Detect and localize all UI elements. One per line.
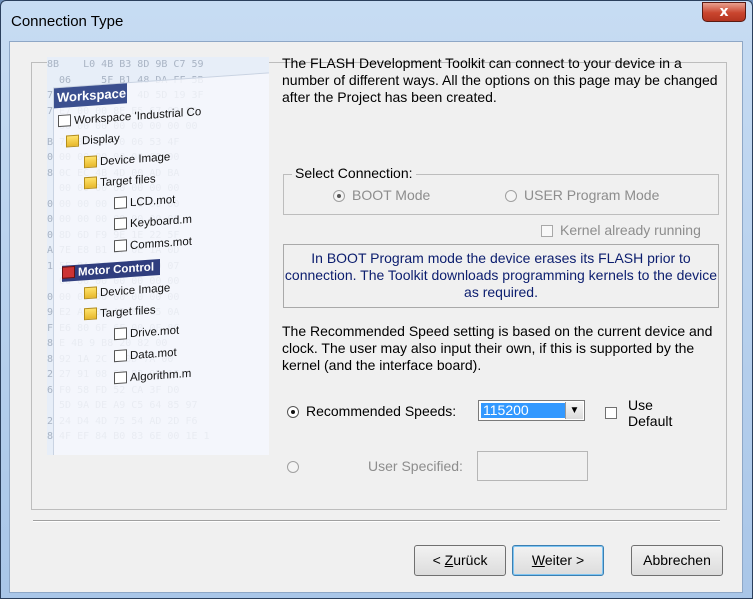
folder-icon: [84, 307, 97, 321]
radio-indicator: [287, 461, 299, 473]
tree-item-label: Motor Control: [78, 261, 155, 279]
kernel-running-label: Kernel already running: [560, 222, 701, 238]
tree-item-label: Keyboard.m: [130, 213, 193, 231]
tree-item-label: Drive.mot: [130, 324, 180, 341]
cancel-label: Abbrechen: [643, 552, 711, 568]
title-bar[interactable]: Connection Type x: [1, 1, 752, 41]
connection-info-text: In BOOT Program mode the device erases i…: [284, 250, 718, 300]
workspace-panel-image: Workspace Workspace 'Industrial Co Displa…: [53, 70, 269, 455]
file-icon: [114, 349, 127, 363]
file-icon: [114, 371, 127, 385]
radio-indicator-selected: [287, 406, 299, 418]
intro-text: The FLASH Development Toolkit can connec…: [282, 55, 718, 105]
tree-item: LCD.mot: [114, 192, 175, 212]
use-default-label: Use Default: [628, 397, 672, 429]
speed-description: The Recommended Speed setting is based o…: [282, 323, 713, 373]
close-button[interactable]: x: [702, 2, 746, 22]
project-icon: [62, 265, 75, 279]
back-label-rest: urück: [453, 552, 488, 568]
workspace-header: Workspace: [54, 83, 127, 109]
tree-item-label: Algorithm.m: [130, 367, 192, 385]
tree-item: Workspace 'Industrial Co: [58, 104, 201, 130]
tree-item: Algorithm.m: [114, 366, 191, 387]
tree-item: Target files: [84, 302, 156, 323]
select-connection-label: Select Connection:: [292, 165, 416, 181]
tree-item: Target files: [84, 171, 156, 192]
folder-icon: [84, 155, 97, 169]
user-mode-label: USER Program Mode: [524, 187, 660, 203]
file-icon: [114, 239, 127, 253]
boot-mode-radio[interactable]: BOOT Mode: [333, 187, 430, 203]
tree-item-label: Target files: [100, 304, 156, 321]
file-icon: [114, 327, 127, 341]
back-prefix: <: [432, 552, 445, 568]
use-default-label-line2: Default: [628, 413, 673, 429]
boot-mode-label: BOOT Mode: [352, 187, 431, 203]
use-default-checkbox[interactable]: [605, 404, 624, 420]
use-default-label-line1: Use: [628, 397, 653, 413]
connection-info-box: In BOOT Program mode the device erases i…: [283, 244, 719, 308]
checkbox-box: [605, 407, 617, 419]
tree-item-label: Device Image: [100, 151, 171, 169]
tree-item: Display: [66, 131, 120, 151]
tree-item: Motor Control: [62, 258, 161, 282]
tree-item: Drive.mot: [114, 323, 179, 344]
window-title: Connection Type: [11, 13, 124, 30]
workspace-illustration: 8B L0 4B B3 8D 9B C7 59 06 5F B1 48 DA F…: [47, 57, 269, 455]
folder-icon: [84, 286, 97, 300]
next-mnemonic: W: [531, 552, 545, 568]
tree-item-label: Target files: [100, 173, 156, 190]
tree-item: Keyboard.m: [114, 212, 192, 233]
tree-item-label: Comms.mot: [130, 235, 192, 253]
folder-icon: [84, 176, 97, 190]
file-icon: [114, 217, 127, 231]
folder-icon: [66, 134, 79, 148]
close-icon: x: [719, 4, 729, 20]
radio-indicator: [505, 190, 517, 202]
user-specified-radio[interactable]: [287, 458, 306, 474]
user-mode-radio[interactable]: USER Program Mode: [505, 187, 659, 203]
cancel-button[interactable]: Abbrechen: [631, 545, 723, 576]
tree-item-label: Display: [82, 132, 120, 148]
next-button[interactable]: Weiter >: [512, 545, 604, 576]
tree-item: Device Image: [84, 280, 170, 302]
recommended-speeds-radio[interactable]: Recommended Speeds:: [287, 403, 456, 419]
workspace-icon: [58, 114, 71, 128]
recommended-speeds-label: Recommended Speeds:: [306, 403, 457, 419]
back-mnemonic: Z: [444, 552, 454, 568]
tree-item: Data.mot: [114, 345, 177, 365]
recommended-speeds-dropdown[interactable]: 115200 ▼: [478, 400, 585, 421]
kernel-running-checkbox[interactable]: Kernel already running: [541, 222, 701, 238]
tree-item: Comms.mot: [114, 234, 192, 255]
tree-item-label: Workspace 'Industrial Co: [74, 106, 202, 127]
speed-selected-value: 115200: [481, 403, 565, 418]
tree-item-label: Data.mot: [130, 346, 177, 363]
button-separator: [33, 520, 720, 522]
checkbox-box: [541, 225, 553, 237]
next-label-rest: eiter >: [544, 552, 585, 568]
file-icon: [114, 196, 127, 210]
back-button[interactable]: < Zurück: [414, 545, 506, 576]
tree-item: Device Image: [84, 149, 170, 171]
tree-item-label: LCD.mot: [130, 193, 176, 210]
user-specified-label: User Specified:: [368, 458, 463, 474]
chevron-down-icon[interactable]: ▼: [565, 402, 583, 419]
radio-indicator-selected: [333, 190, 345, 202]
tree-item-label: Device Image: [100, 282, 171, 300]
user-specified-input[interactable]: [477, 451, 588, 481]
